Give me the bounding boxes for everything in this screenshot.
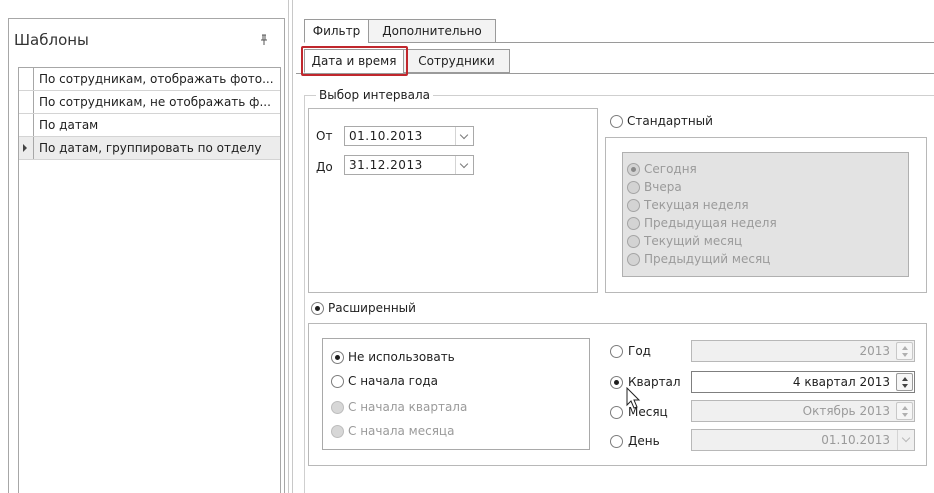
template-item-label: По датам [39, 118, 99, 132]
row-indicator [19, 91, 34, 113]
quarter-spin-field[interactable]: 4 квартал 2013 [691, 371, 915, 393]
template-item-selected[interactable]: По датам, группировать по отделу [19, 137, 280, 160]
tab-additional[interactable]: Дополнительно [368, 19, 496, 43]
template-item-label: По сотрудникам, отображать фото... [39, 72, 274, 86]
row-selector-arrow-icon [23, 144, 27, 152]
previous-month-radio[interactable] [627, 253, 640, 266]
month-value: Октябрь 2013 [802, 404, 890, 418]
from-date-value: 01.10.2013 [349, 129, 423, 143]
template-item[interactable]: По сотрудникам, отображать фото... [19, 68, 280, 91]
tab-employees-label: Сотрудники [418, 54, 495, 68]
spin-up-icon [902, 406, 908, 410]
year-label: Год [628, 344, 651, 358]
spin-down-icon [902, 353, 908, 357]
previous-week-radio[interactable] [627, 217, 640, 230]
year-value: 2013 [859, 344, 890, 358]
current-month-radio[interactable] [627, 235, 640, 248]
day-radio[interactable] [610, 435, 623, 448]
to-date-dropdown-button[interactable] [455, 156, 473, 174]
previous-month-label: Предыдущий месяц [644, 252, 771, 266]
from-label: От [316, 129, 333, 143]
quarter-spin-button[interactable] [896, 373, 913, 391]
pin-icon[interactable] [259, 34, 269, 46]
spin-up-icon [902, 377, 908, 381]
from-quarter-start-label: С начала квартала [348, 400, 468, 414]
year-spin-button[interactable] [896, 342, 913, 360]
template-item-label: По сотрудникам, не отображать ф... [39, 95, 271, 109]
tab-filter[interactable]: Фильтр [304, 19, 369, 43]
tab-additional-label: Дополнительно [382, 24, 482, 38]
splitter-line[interactable] [288, 0, 289, 493]
highlight-box [301, 46, 408, 76]
extended-radio[interactable] [311, 302, 324, 315]
template-item[interactable]: По сотрудникам, не отображать ф... [19, 91, 280, 114]
standard-radio[interactable] [610, 115, 623, 128]
day-date-field[interactable]: 01.10.2013 [691, 429, 915, 451]
current-week-label: Текущая неделя [644, 198, 749, 212]
row-indicator [19, 114, 34, 136]
chevron-down-icon [459, 130, 469, 140]
today-label: Сегодня [644, 162, 697, 176]
current-week-radio[interactable] [627, 199, 640, 212]
yesterday-radio[interactable] [627, 181, 640, 194]
templates-list: По сотрудникам, отображать фото... По со… [18, 67, 281, 493]
extended-label: Расширенный [328, 301, 416, 315]
to-date-field[interactable]: 31.12.2013 [344, 155, 474, 175]
current-month-label: Текущий месяц [644, 234, 743, 248]
from-month-start-radio[interactable] [331, 425, 344, 438]
from-month-start-label: С начала месяца [348, 424, 455, 438]
day-value: 01.10.2013 [821, 433, 890, 447]
spin-up-icon [902, 346, 908, 350]
spin-down-icon [902, 413, 908, 417]
to-date-value: 31.12.2013 [349, 158, 423, 172]
templates-panel-title: Шаблоны [14, 31, 89, 49]
template-item-label: По датам, группировать по отделу [39, 141, 262, 155]
yesterday-label: Вчера [644, 180, 682, 194]
splitter-line[interactable] [292, 0, 293, 493]
today-radio[interactable] [627, 163, 640, 176]
from-date-dropdown-button[interactable] [455, 127, 473, 145]
chevron-down-icon [459, 159, 469, 169]
row-indicator [19, 137, 34, 159]
year-spin-field[interactable]: 2013 [691, 340, 915, 362]
year-radio[interactable] [610, 345, 623, 358]
day-dropdown-button[interactable] [897, 430, 914, 450]
from-year-start-radio[interactable] [331, 375, 344, 388]
to-label: До [316, 160, 333, 174]
quarter-radio[interactable] [610, 376, 623, 389]
no-use-radio[interactable] [331, 351, 344, 364]
quarter-value: 4 квартал 2013 [792, 375, 890, 389]
chevron-down-icon [901, 433, 911, 443]
interval-group-title: Выбор интервала [316, 88, 433, 102]
from-quarter-start-radio[interactable] [331, 401, 344, 414]
standard-label: Стандартный [627, 114, 713, 128]
mouse-cursor-icon [626, 387, 641, 409]
month-spin-button[interactable] [896, 402, 913, 420]
month-radio[interactable] [610, 406, 623, 419]
template-item[interactable]: По датам [19, 114, 280, 137]
month-spin-field[interactable]: Октябрь 2013 [691, 400, 915, 422]
from-year-start-label: С начала года [348, 374, 438, 388]
row-indicator [19, 68, 34, 90]
spin-down-icon [902, 384, 908, 388]
day-label: День [628, 434, 660, 448]
tab-filter-label: Фильтр [312, 24, 361, 38]
from-date-field[interactable]: 01.10.2013 [344, 126, 474, 146]
tab-employees[interactable]: Сотрудники [403, 49, 510, 73]
no-use-label: Не использовать [348, 350, 455, 364]
previous-week-label: Предыдущая неделя [644, 216, 777, 230]
